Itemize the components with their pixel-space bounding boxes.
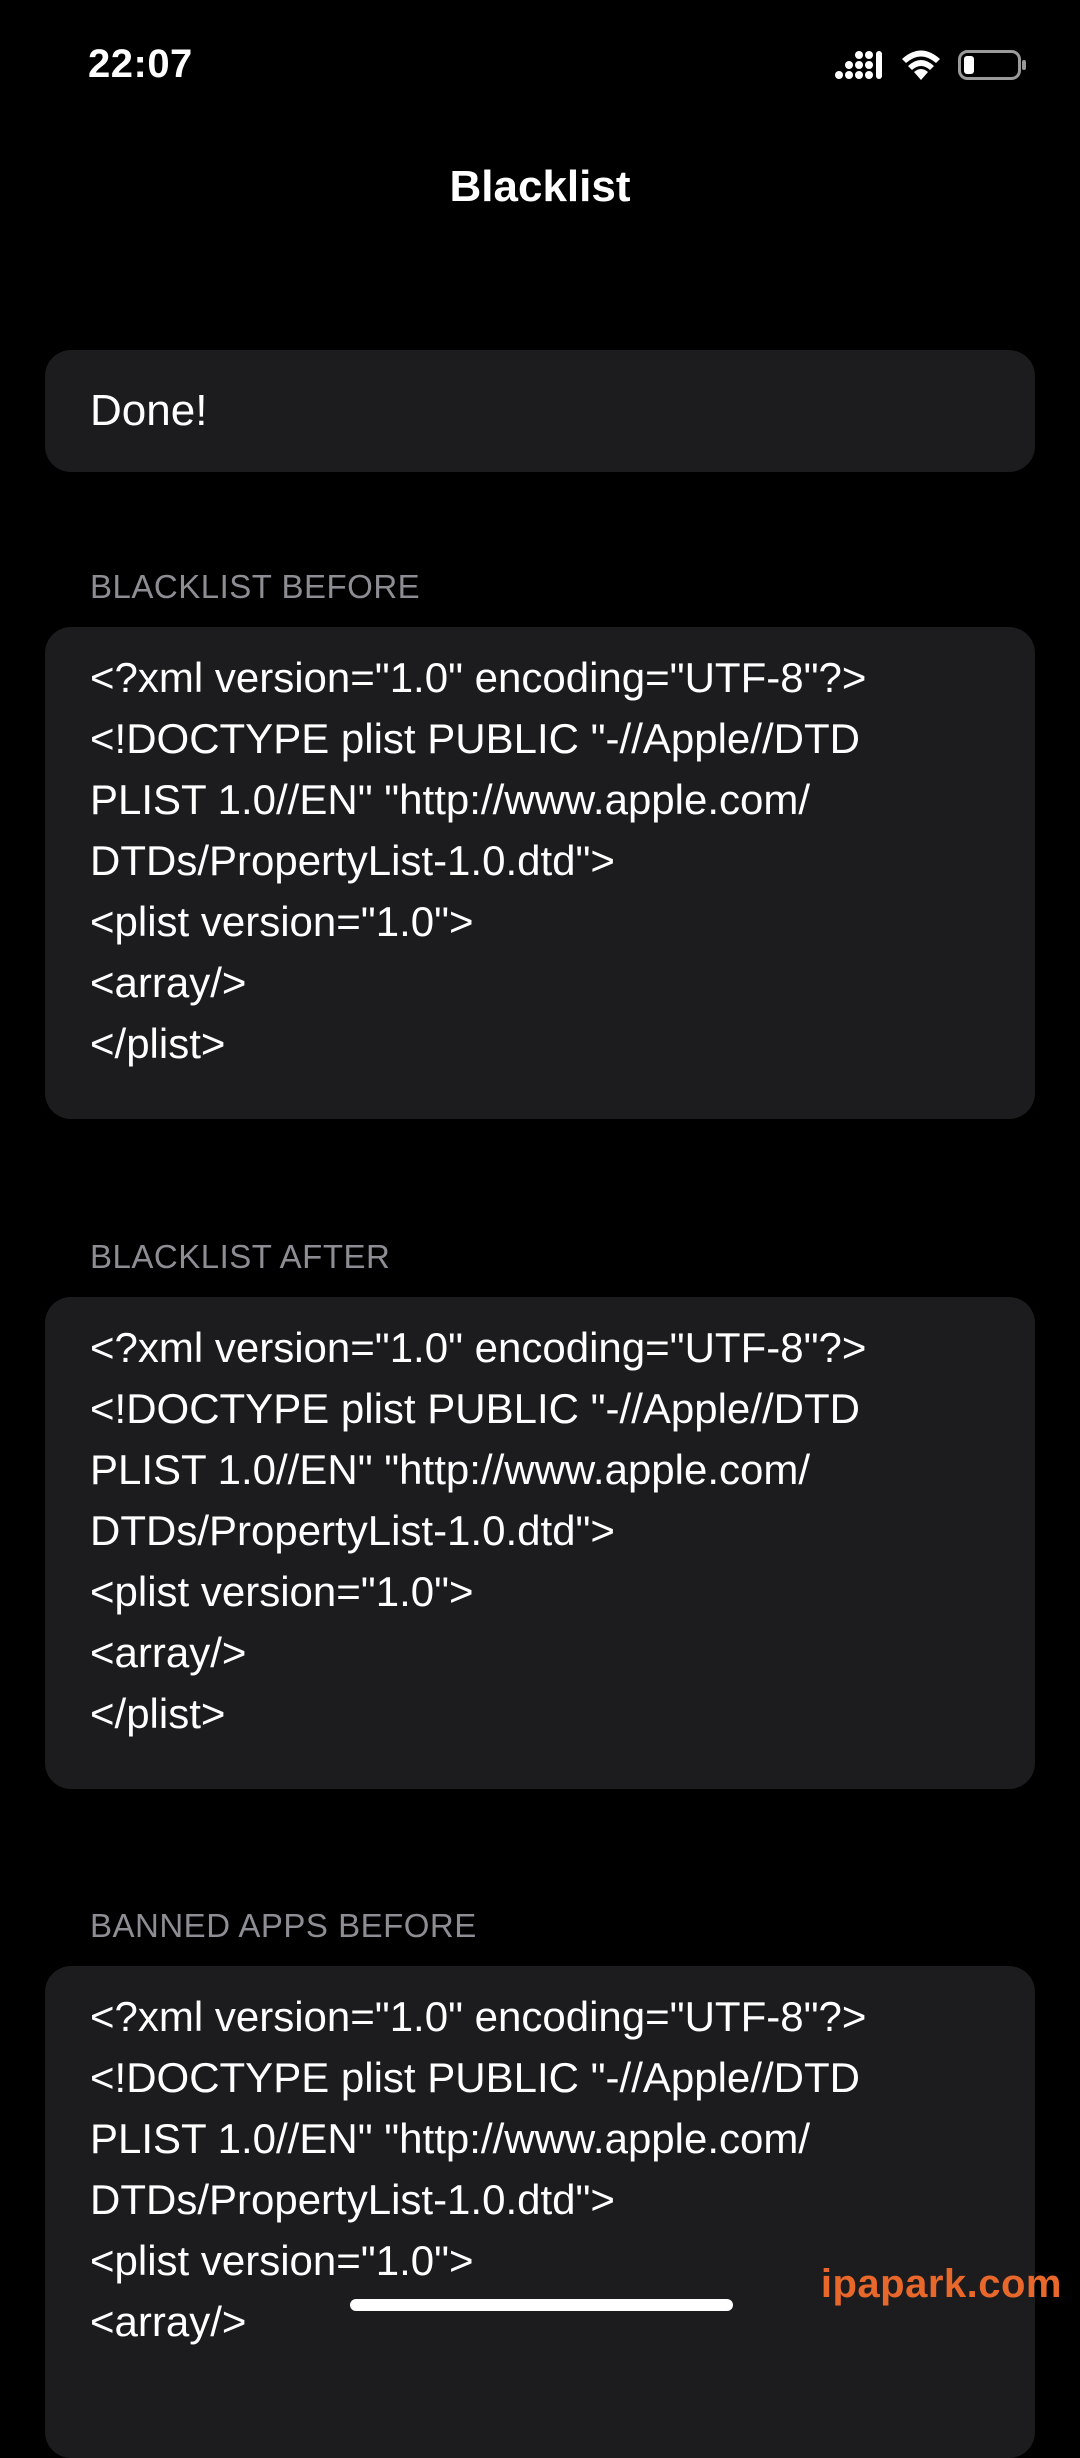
code-line: <plist version="1.0"> [90,898,474,945]
status-card: Done! [45,350,1035,472]
banned-apps-before-card: <?xml version="1.0" encoding="UTF-8"?> <… [45,1966,1035,2458]
code-line: PLIST 1.0//EN" "http://www.apple.com/ [90,776,811,823]
status-icons [834,48,1028,87]
status-message: Done! [90,386,208,435]
blacklist-before-card: <?xml version="1.0" encoding="UTF-8"?> <… [45,627,1035,1119]
code-line: DTDs/PropertyList-1.0.dtd"> [90,1507,615,1554]
status-bar: 22:07 [0,0,1080,130]
code-line: <!DOCTYPE plist PUBLIC "-//Apple//DTD [90,715,860,762]
code-line: <?xml version="1.0" encoding="UTF-8"?> [90,654,867,701]
cellular-signal-icon [834,48,884,87]
blacklist-after-card: <?xml version="1.0" encoding="UTF-8"?> <… [45,1297,1035,1789]
code-line: <?xml version="1.0" encoding="UTF-8"?> [90,1324,867,1371]
code-line: <?xml version="1.0" encoding="UTF-8"?> [90,1993,867,2040]
wifi-icon [900,48,942,87]
code-line: PLIST 1.0//EN" "http://www.apple.com/ [90,1446,811,1493]
code-line: <array/> [90,959,247,1006]
section-header-banned-apps-before: BANNED APPS BEFORE [90,1907,477,1944]
code-line: PLIST 1.0//EN" "http://www.apple.com/ [90,2115,811,2162]
code-line: <plist version="1.0"> [90,1568,474,1615]
code-line: DTDs/PropertyList-1.0.dtd"> [90,837,615,884]
code-line: </plist> [90,1020,226,1067]
status-time: 22:07 [88,42,193,86]
code-line: <!DOCTYPE plist PUBLIC "-//Apple//DTD [90,1385,860,1432]
page-title: Blacklist [449,162,631,211]
home-indicator[interactable] [350,2299,733,2311]
battery-icon [958,48,1028,87]
watermark: ipapark.com [820,2262,1062,2306]
code-line: <!DOCTYPE plist PUBLIC "-//Apple//DTD [90,2054,860,2101]
section-header-blacklist-before: BLACKLIST BEFORE [90,568,421,605]
code-line: </plist> [90,1690,226,1737]
code-line: <array/> [90,1629,247,1676]
code-line: DTDs/PropertyList-1.0.dtd"> [90,2176,615,2223]
section-header-blacklist-after: BLACKLIST AFTER [90,1238,391,1275]
